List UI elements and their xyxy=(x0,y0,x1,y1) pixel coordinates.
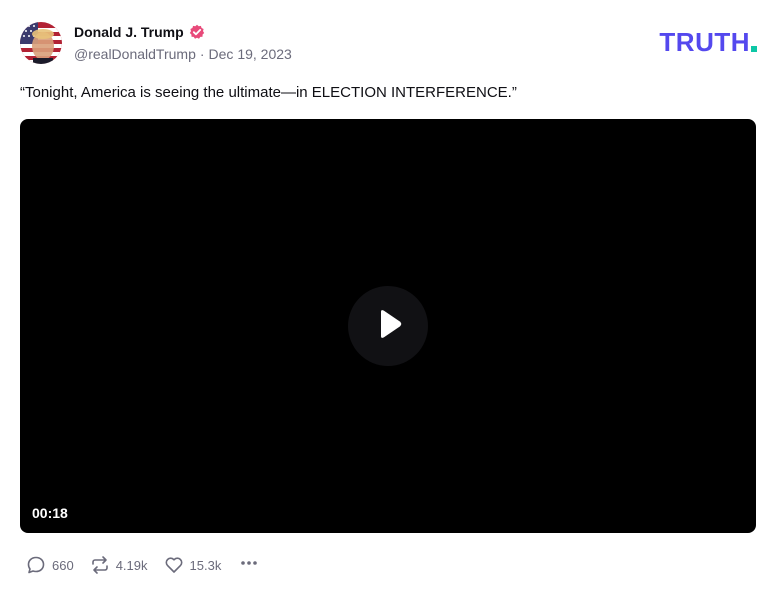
reply-button[interactable]: 660 xyxy=(26,555,74,575)
handle[interactable]: @realDonaldTrump xyxy=(74,46,196,62)
more-options-button[interactable] xyxy=(239,553,259,578)
author-info: Donald J. Trump @realDonaldTrump · Dec 1… xyxy=(74,23,292,62)
reply-count: 660 xyxy=(52,557,74,573)
like-count: 15.3k xyxy=(189,557,222,573)
post-text: “Tonight, America is seeing the ultimate… xyxy=(20,84,517,101)
avatar[interactable] xyxy=(20,22,62,64)
logo-text: TRUTH xyxy=(659,27,750,57)
play-button[interactable] xyxy=(348,286,428,366)
truth-logo[interactable]: TRUTH xyxy=(659,29,757,55)
retruth-count: 4.19k xyxy=(115,557,148,573)
display-name[interactable]: Donald J. Trump xyxy=(74,24,184,40)
retruth-icon xyxy=(90,555,110,575)
meta-separator: · xyxy=(199,46,205,62)
video-duration: 00:18 xyxy=(32,505,68,521)
reply-icon xyxy=(26,555,46,575)
action-bar: 660 4.19k 15.3k xyxy=(26,555,259,575)
retruth-button[interactable]: 4.19k xyxy=(90,555,148,575)
verified-badge-icon xyxy=(189,24,205,40)
more-icon xyxy=(239,553,259,578)
truth-post: Donald J. Trump @realDonaldTrump · Dec 1… xyxy=(0,0,777,595)
post-date[interactable]: Dec 19, 2023 xyxy=(209,46,292,62)
logo-dot xyxy=(751,46,757,52)
play-icon xyxy=(371,307,405,346)
video-player[interactable]: 00:18 xyxy=(20,119,756,533)
like-button[interactable]: 15.3k xyxy=(164,555,222,575)
like-icon xyxy=(164,555,184,575)
